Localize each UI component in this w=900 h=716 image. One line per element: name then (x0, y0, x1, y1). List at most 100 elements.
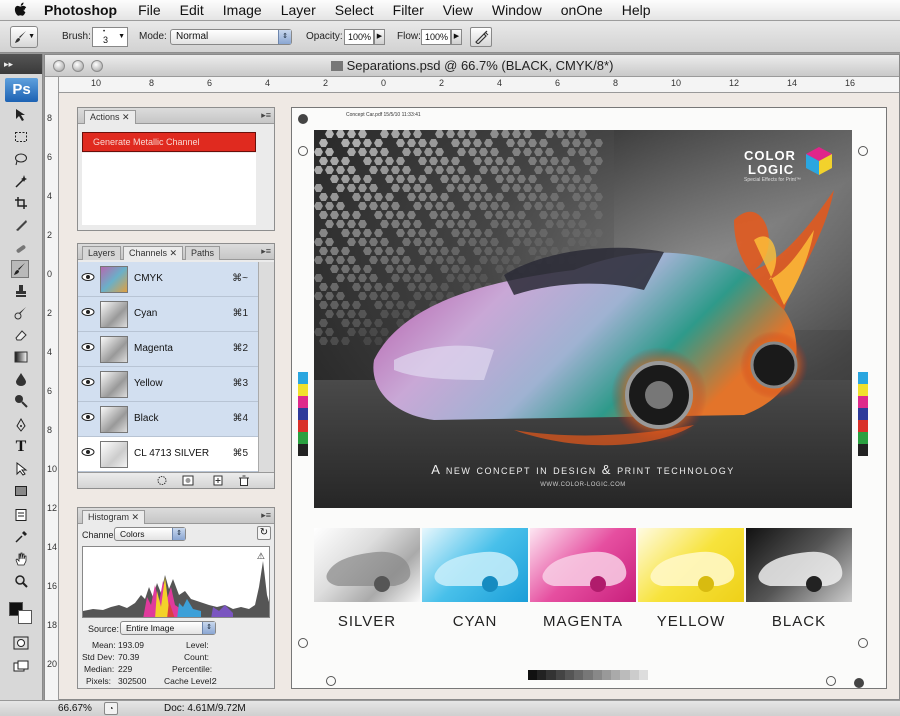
zoom-level[interactable]: 66.67% (58, 703, 92, 714)
menu-window[interactable]: Window (492, 2, 542, 18)
eye-icon[interactable] (81, 272, 97, 286)
eyedropper-tool-icon[interactable] (12, 528, 30, 546)
separation-thumb-yellow (638, 528, 744, 602)
background-color-swatch[interactable] (18, 610, 32, 624)
channel-row-silver[interactable]: CL 4713 SILVER ⌘5 (78, 437, 258, 472)
eye-icon[interactable] (81, 307, 97, 321)
dodge-tool-icon[interactable] (12, 392, 30, 410)
save-selection-icon[interactable] (182, 475, 194, 489)
channel-row-cmyk[interactable]: CMYK ⌘~ (78, 262, 258, 297)
color-patch (858, 384, 868, 396)
airbrush-button[interactable] (470, 27, 492, 47)
car-silhouette-magenta (542, 551, 627, 592)
status-menu-icon[interactable]: ◔ (104, 702, 118, 715)
ps-logo[interactable]: Ps (5, 78, 38, 102)
toolbox-collapse-icon[interactable]: ▸▸ (0, 54, 42, 74)
menu-app[interactable]: Photoshop (44, 2, 117, 18)
menu-layer[interactable]: Layer (281, 2, 316, 18)
channel-row-magenta[interactable]: Magenta ⌘2 (78, 332, 258, 367)
brush-size-picker[interactable]: • 3 ▼ (92, 27, 128, 47)
menu-view[interactable]: View (443, 2, 473, 18)
screen-mode-icon[interactable] (12, 658, 30, 676)
histogram-channel-select[interactable]: Colors ⇕ (114, 527, 186, 541)
ruler-tick-label: 18 (47, 620, 58, 630)
panel-menu-icon[interactable]: ▸≡ (261, 110, 271, 121)
separation-thumb-silver (314, 528, 420, 602)
healing-brush-tool-icon[interactable] (12, 240, 30, 258)
refresh-icon[interactable]: ↻ (257, 526, 271, 540)
menu-help[interactable]: Help (622, 2, 651, 18)
quick-mask-icon[interactable] (12, 634, 30, 652)
shape-tool-icon[interactable] (12, 482, 30, 500)
notes-tool-icon[interactable] (12, 506, 30, 524)
menu-filter[interactable]: Filter (393, 2, 424, 18)
tool-preset-picker[interactable]: ▼ (10, 26, 38, 48)
menu-select[interactable]: Select (335, 2, 374, 18)
options-bar: ▼ Brush: • 3 ▼ Mode: Normal ⇕ Opacity: 1… (0, 21, 900, 53)
lasso-tool-icon[interactable] (12, 150, 30, 168)
gradient-tool-icon[interactable] (12, 348, 30, 366)
separation-label-black: BLACK (771, 613, 827, 630)
ruler-tick-label: 16 (47, 581, 58, 591)
eye-icon[interactable] (81, 377, 97, 391)
psd-file-icon (330, 61, 343, 71)
tab-paths[interactable]: Paths (185, 246, 221, 260)
horizontal-ruler[interactable]: 108642024681012141618 (59, 77, 899, 93)
tab-histogram[interactable]: Histogram ✕ (82, 510, 146, 524)
blur-tool-icon[interactable] (12, 370, 30, 388)
document-canvas[interactable]: Concept Car.pdf 15/5/10 11:33:41 COLOR L… (291, 107, 887, 689)
channel-row-yellow[interactable]: Yellow ⌘3 (78, 367, 258, 402)
crosshair-mark-icon (858, 146, 868, 156)
tab-actions[interactable]: Actions ✕ (84, 110, 136, 124)
eye-icon[interactable] (81, 342, 97, 356)
histogram-source-select[interactable]: Entire Image ⇕ (120, 621, 216, 635)
trash-icon[interactable] (238, 475, 250, 489)
new-channel-icon[interactable] (212, 475, 224, 489)
eraser-tool-icon[interactable] (12, 326, 30, 344)
action-item-selected[interactable]: Generate Metallic Channel (82, 132, 256, 152)
zoom-tool-icon[interactable] (12, 572, 30, 590)
channels-scrollbar[interactable] (258, 262, 274, 472)
crosshair-mark-icon (858, 638, 868, 648)
opacity-slider-toggle[interactable]: ▶ (374, 29, 385, 45)
move-tool-icon[interactable] (12, 106, 30, 124)
ruler-tick-label: 2 (323, 78, 329, 88)
color-patch (298, 432, 308, 444)
flow-field[interactable]: 100% (421, 29, 451, 45)
panel-menu-icon[interactable]: ▸≡ (261, 246, 271, 257)
brush-tool-icon[interactable] (11, 260, 29, 278)
magic-wand-tool-icon[interactable] (12, 172, 30, 190)
menu-file[interactable]: File (138, 2, 161, 18)
channel-row-cyan[interactable]: Cyan ⌘1 (78, 297, 258, 332)
menu-onone[interactable]: onOne (561, 2, 603, 18)
gray-patch (537, 670, 547, 680)
history-brush-tool-icon[interactable] (12, 304, 30, 322)
gray-patch (574, 670, 584, 680)
path-selection-tool-icon[interactable] (12, 460, 30, 478)
gray-patch (601, 670, 612, 680)
flow-slider-toggle[interactable]: ▶ (451, 29, 462, 45)
crosshair-mark-icon (826, 676, 836, 686)
channel-row-black[interactable]: Black ⌘4 (78, 402, 258, 437)
hand-tool-icon[interactable] (12, 550, 30, 568)
marquee-tool-icon[interactable] (12, 128, 30, 146)
menu-image[interactable]: Image (223, 2, 262, 18)
tab-channels[interactable]: Channels ✕ (123, 246, 184, 260)
crop-tool-icon[interactable] (12, 194, 30, 212)
tab-layers[interactable]: Layers (82, 246, 122, 260)
slice-tool-icon[interactable] (12, 216, 30, 234)
ruler-tick-label: 4 (47, 347, 53, 357)
separation-label-cyan: CYAN (452, 613, 498, 630)
clone-stamp-tool-icon[interactable] (12, 282, 30, 300)
menu-edit[interactable]: Edit (180, 2, 204, 18)
vertical-ruler[interactable]: 8 6 4 2 0 2 4 6 8 10 12 14 16 18 20 (45, 77, 59, 701)
apple-icon[interactable] (12, 1, 30, 19)
load-selection-icon[interactable] (156, 475, 168, 489)
eye-icon[interactable] (81, 447, 97, 461)
panel-menu-icon[interactable]: ▸≡ (261, 510, 271, 521)
mode-select[interactable]: Normal ⇕ (170, 29, 292, 45)
pen-tool-icon[interactable] (12, 416, 30, 434)
eye-icon[interactable] (81, 412, 97, 426)
type-tool-icon[interactable]: T (12, 438, 30, 456)
opacity-field[interactable]: 100% (344, 29, 374, 45)
